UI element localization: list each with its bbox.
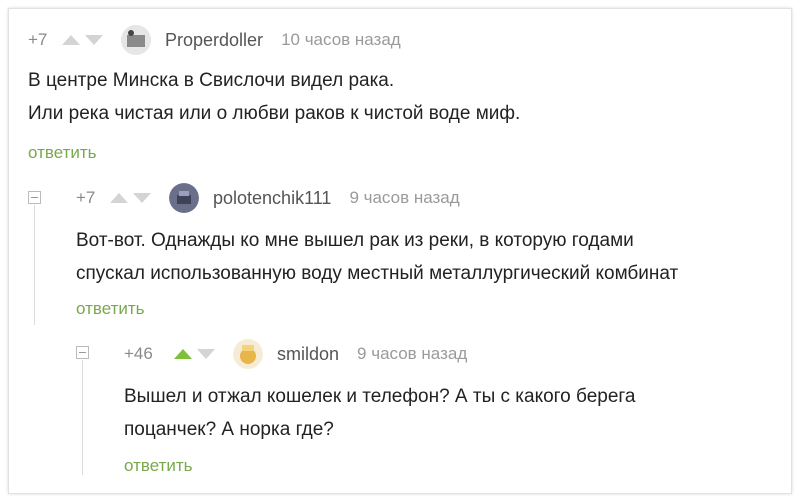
- comment-rating: +7: [28, 30, 48, 49]
- username[interactable]: smildon: [277, 344, 339, 365]
- comment-body: В центре Минска в Свислочи видел рака. И…: [28, 64, 520, 130]
- downvote-arrow-icon[interactable]: [85, 35, 103, 45]
- username[interactable]: polotenchik111: [213, 188, 331, 209]
- upvote-arrow-icon[interactable]: [110, 193, 128, 203]
- collapse-icon[interactable]: [76, 346, 89, 359]
- timestamp[interactable]: 9 часов назад: [357, 344, 467, 364]
- reply-link[interactable]: ответить: [28, 143, 97, 163]
- avatar[interactable]: [169, 183, 199, 213]
- thread-line[interactable]: [82, 360, 83, 475]
- comment-rating: +7: [76, 188, 96, 207]
- comment-3-header: +46 smildon 9 часов назад: [124, 339, 467, 369]
- comment-line: В центре Минска в Свислочи видел рака.: [28, 70, 395, 91]
- timestamp[interactable]: 10 часов назад: [281, 30, 401, 50]
- downvote-arrow-icon[interactable]: [133, 193, 151, 203]
- collapse-icon[interactable]: [28, 191, 41, 204]
- avatar[interactable]: [233, 339, 263, 369]
- comment-rating: +46: [124, 344, 153, 363]
- comment-body: Вышел и отжал кошелек и телефон? А ты с …: [124, 380, 635, 446]
- comment-line: поцанчек? А норка где?: [124, 419, 334, 440]
- thread-line[interactable]: [34, 205, 35, 325]
- comment-line: Вот-вот. Однажды ко мне вышел рак из рек…: [76, 230, 634, 251]
- avatar[interactable]: [121, 25, 151, 55]
- comment-body: Вот-вот. Однажды ко мне вышел рак из рек…: [76, 224, 678, 290]
- comment-line: Вышел и отжал кошелек и телефон? А ты с …: [124, 386, 636, 407]
- comment-line: спускал использованную воду местный мета…: [76, 263, 679, 284]
- upvote-arrow-icon[interactable]: [62, 35, 80, 45]
- comment-2-header: +7 polotenchik111 9 часов назад: [76, 183, 460, 213]
- comment-line: Или река чистая или о любви раков к чист…: [28, 103, 521, 124]
- downvote-arrow-icon[interactable]: [197, 349, 215, 359]
- timestamp[interactable]: 9 часов назад: [349, 188, 459, 208]
- upvote-arrow-icon[interactable]: [174, 349, 192, 359]
- comment-1-header: +7 Properdoller 10 часов назад: [28, 25, 401, 55]
- reply-link[interactable]: ответить: [76, 299, 145, 319]
- reply-link[interactable]: ответить: [124, 456, 193, 476]
- username[interactable]: Properdoller: [165, 30, 263, 51]
